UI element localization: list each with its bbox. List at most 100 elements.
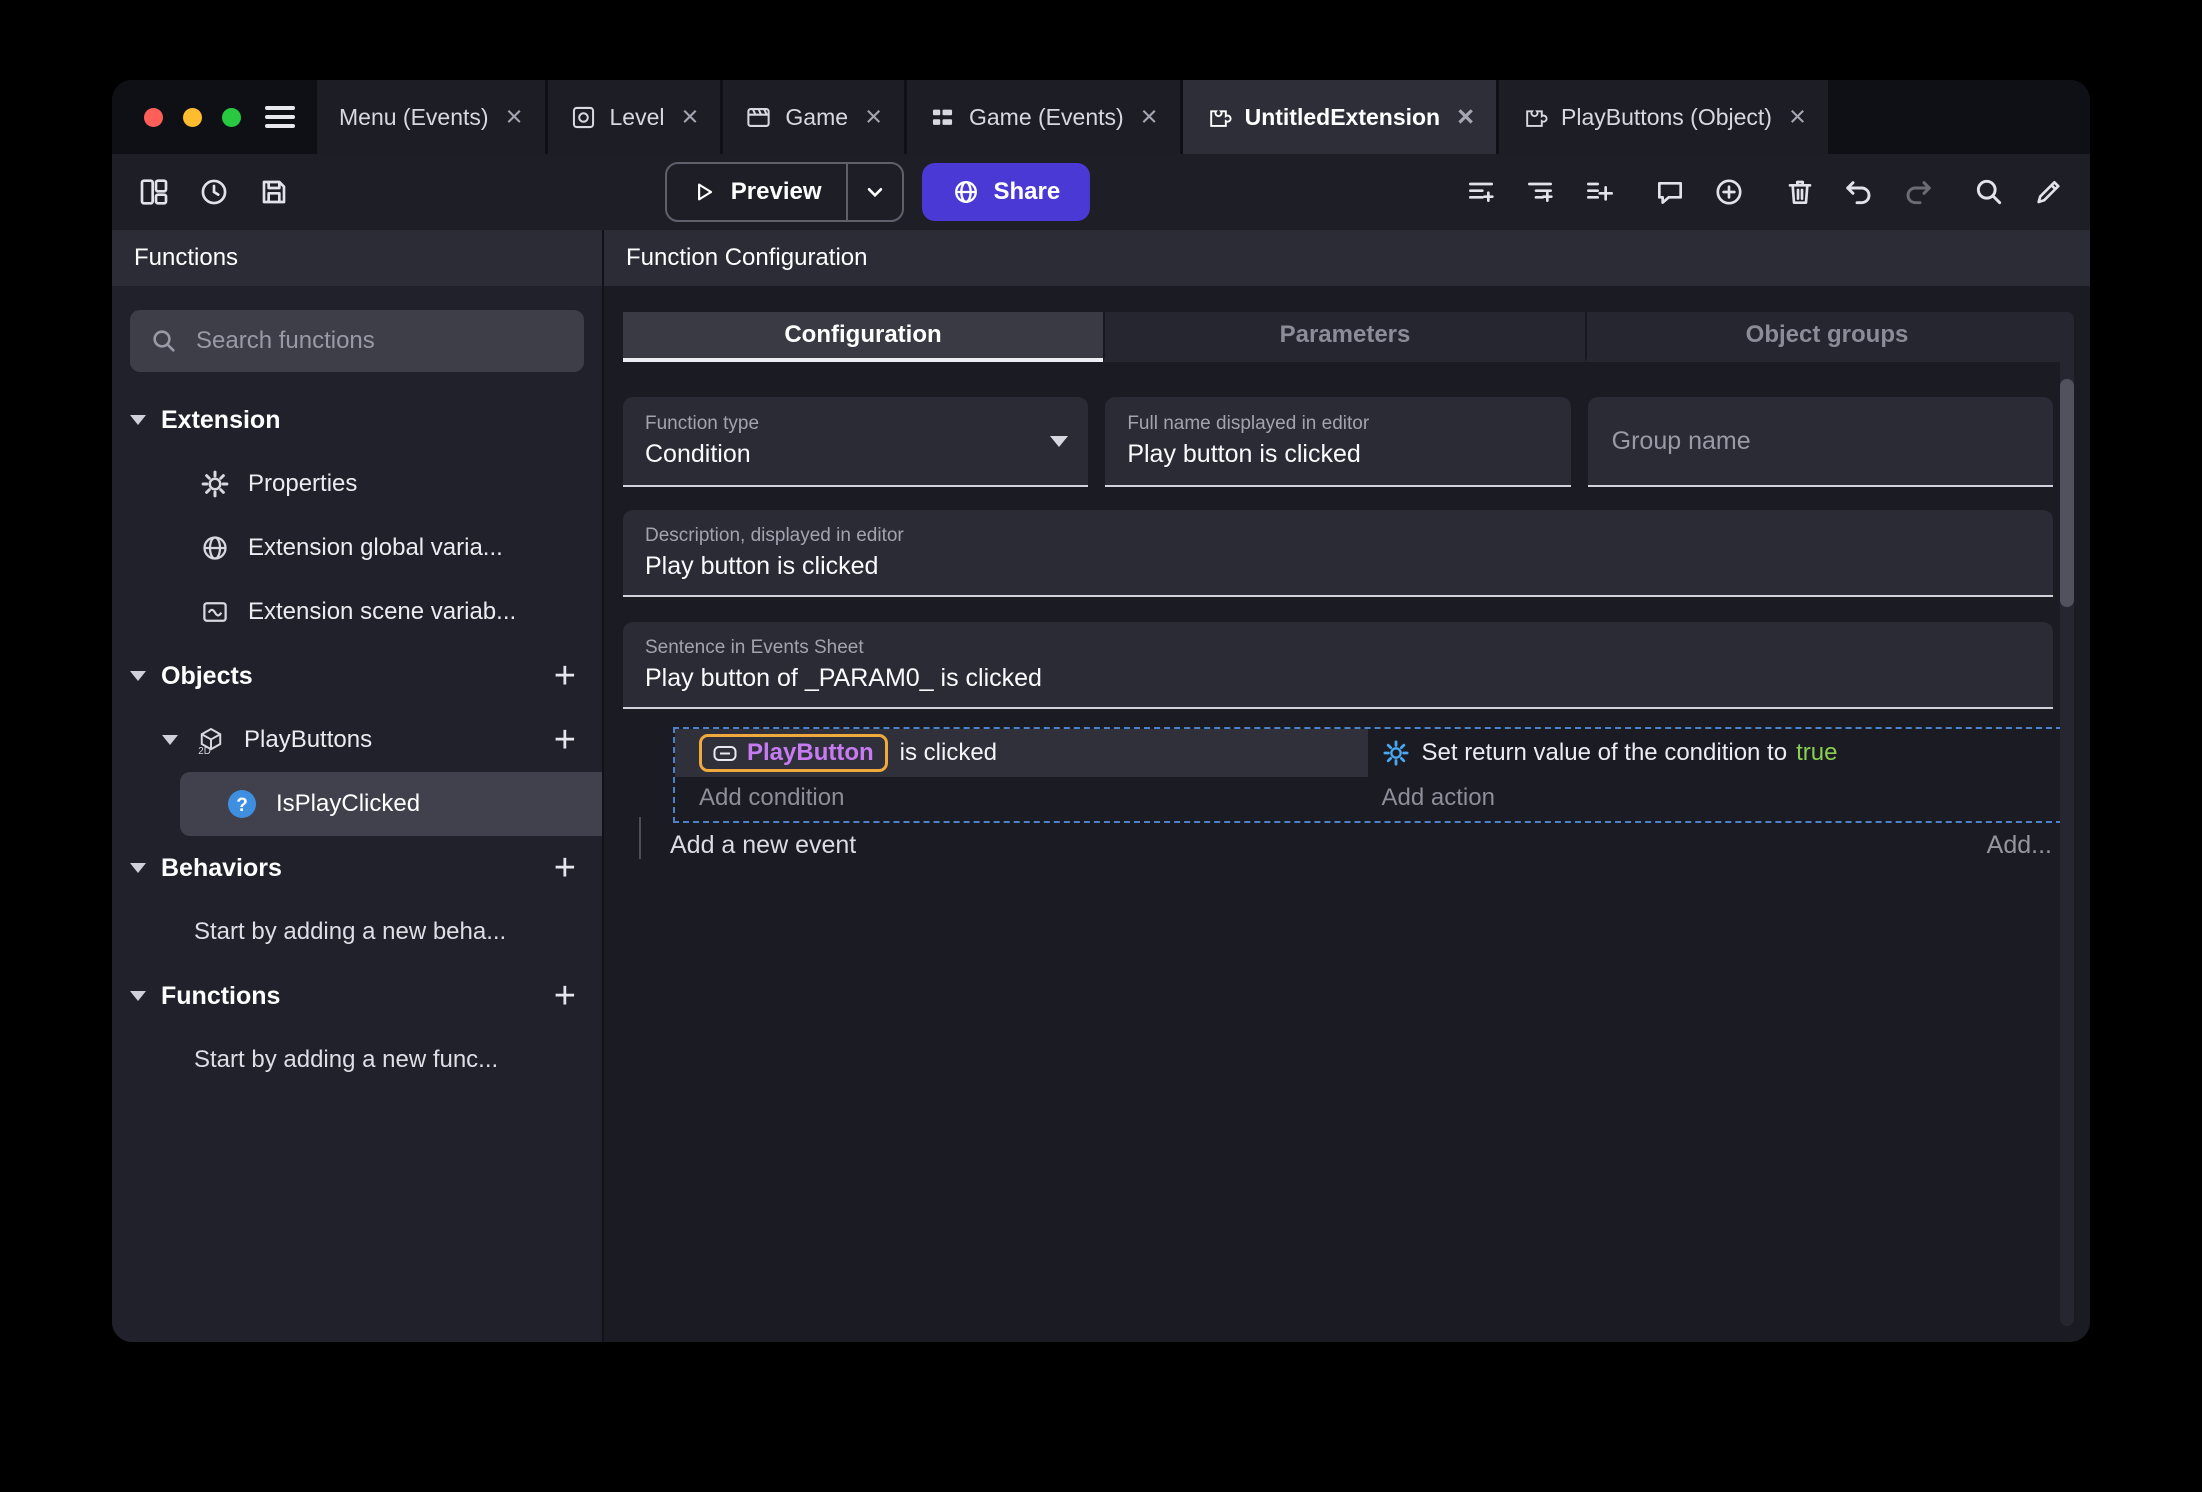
puzzle-icon xyxy=(1521,104,1548,131)
add-function-button[interactable]: + xyxy=(554,977,576,1015)
add-new-event-link[interactable]: Add a new event xyxy=(670,831,856,860)
tab-object-groups[interactable]: Object groups xyxy=(1585,312,2067,362)
section-label: Functions xyxy=(161,981,281,1010)
history-icon[interactable] xyxy=(198,176,230,208)
zoom-window-button[interactable] xyxy=(222,107,241,127)
preview-dropdown-button[interactable] xyxy=(845,164,902,220)
main-menu-icon[interactable] xyxy=(265,106,295,128)
condition-row[interactable]: PlayButton is clicked xyxy=(675,729,1368,777)
action-text: Set return value of the condition to xyxy=(1421,739,1788,766)
behaviors-empty-hint: Start by adding a new beha... xyxy=(194,918,507,945)
item-label: Extension scene variab... xyxy=(248,598,517,625)
tab-menu-events[interactable]: Menu (Events) × xyxy=(317,80,545,154)
section-functions[interactable]: Functions + xyxy=(112,964,602,1028)
tab-game-events[interactable]: Game (Events) × xyxy=(907,80,1180,154)
group-name-input[interactable] xyxy=(1609,425,2035,457)
traffic-lights xyxy=(112,80,265,154)
field-value: Play button is clicked xyxy=(1127,440,1361,468)
item-label: Extension global varia... xyxy=(248,534,503,561)
search-box[interactable] xyxy=(130,310,584,372)
field-label: Full name displayed in editor xyxy=(1127,413,1370,434)
sidebar-header: Functions xyxy=(112,230,602,286)
chevron-down-icon xyxy=(130,991,146,1001)
tab-parameters[interactable]: Parameters xyxy=(1103,312,1585,362)
close-tab-icon[interactable]: × xyxy=(681,102,698,132)
events-sheet-icon xyxy=(929,104,956,131)
full-name-field[interactable]: Full name displayed in editor Play butto… xyxy=(1105,397,1571,487)
event-selected[interactable]: PlayButton is clicked Add condition Set … xyxy=(673,727,2062,823)
item-label: PlayButtons xyxy=(244,726,373,753)
item-extension-scene-variables[interactable]: Extension scene variab... xyxy=(112,580,602,644)
tab-game[interactable]: Game × xyxy=(723,80,904,154)
comment-icon[interactable] xyxy=(1654,176,1686,208)
scrollbar-thumb[interactable] xyxy=(2060,379,2074,607)
tab-label: Game (Events) xyxy=(969,103,1124,130)
add-function-to-object-button[interactable]: + xyxy=(554,721,576,759)
globe-icon xyxy=(952,178,980,206)
puzzle-icon xyxy=(1205,104,1232,131)
project-manager-icon[interactable] xyxy=(138,176,170,208)
redo-icon[interactable] xyxy=(1902,176,1934,208)
object-chip-playbutton[interactable]: PlayButton xyxy=(699,734,888,772)
item-isplayclicked-selected[interactable]: ? IsPlayClicked xyxy=(180,772,602,836)
undo-icon[interactable] xyxy=(1843,176,1875,208)
trash-icon[interactable] xyxy=(1784,176,1816,208)
item-playbuttons[interactable]: 2D PlayButtons + xyxy=(112,708,602,772)
svg-text:2D: 2D xyxy=(198,746,211,755)
section-objects[interactable]: Objects + xyxy=(112,644,602,708)
toolbar: Preview Share xyxy=(112,154,2090,230)
search-icon[interactable] xyxy=(1973,176,2005,208)
description-field[interactable]: Description, displayed in editor Play bu… xyxy=(623,510,2053,597)
chevron-down-icon xyxy=(862,179,888,205)
section-label: Extension xyxy=(161,405,281,434)
tab-untitled-extension[interactable]: UntitledExtension × xyxy=(1182,80,1497,154)
close-tab-icon[interactable]: × xyxy=(1789,102,1806,132)
editor-tabs: Menu (Events) × Level × Game × Game (Eve… xyxy=(317,80,1831,154)
scrollbar-track[interactable] xyxy=(2060,312,2074,1326)
add-object-button[interactable]: + xyxy=(554,657,576,695)
tab-configuration[interactable]: Configuration xyxy=(623,312,1103,362)
add-event-icon[interactable] xyxy=(1465,176,1497,208)
item-properties[interactable]: Properties xyxy=(112,452,602,516)
add-action-link[interactable]: Add action xyxy=(1368,777,2061,821)
globe-icon xyxy=(200,533,230,563)
section-behaviors[interactable]: Behaviors + xyxy=(112,836,602,900)
preview-label: Preview xyxy=(730,178,822,205)
tab-playbuttons-object[interactable]: PlayButtons (Object) × xyxy=(1499,80,1828,154)
add-behavior-button[interactable]: + xyxy=(554,849,576,887)
chevron-down-icon xyxy=(162,735,178,745)
action-row[interactable]: Set return value of the condition to tru… xyxy=(1368,729,2061,777)
section-extension[interactable]: Extension xyxy=(112,388,602,452)
minimize-window-button[interactable] xyxy=(183,107,202,127)
search-input[interactable] xyxy=(194,326,564,356)
preview-button[interactable]: Preview xyxy=(664,162,904,222)
add-condition-link[interactable]: Add condition xyxy=(675,777,1368,821)
add-circle-icon[interactable] xyxy=(1713,176,1745,208)
item-extension-global-variables[interactable]: Extension global varia... xyxy=(112,516,602,580)
close-tab-icon[interactable]: × xyxy=(865,102,882,132)
add-subevent-icon[interactable] xyxy=(1524,176,1556,208)
save-icon[interactable] xyxy=(258,176,290,208)
group-name-field[interactable] xyxy=(1587,397,2053,487)
function-type-select[interactable]: Function type Condition xyxy=(623,397,1089,487)
sentence-field[interactable]: Sentence in Events Sheet Play button of … xyxy=(623,622,2053,709)
item-label: Properties xyxy=(248,470,358,497)
close-window-button[interactable] xyxy=(144,107,163,127)
close-tab-icon[interactable]: × xyxy=(1457,102,1474,132)
edit-wand-icon[interactable] xyxy=(2032,176,2064,208)
scene-variables-icon xyxy=(200,597,230,627)
clapperboard-icon xyxy=(745,104,772,131)
function-configuration-panel: Function Configuration Configuration Par… xyxy=(604,230,2090,1342)
extension-tree: Extension Properties Extension global va… xyxy=(112,382,602,1092)
add-other-event-icon[interactable] xyxy=(1583,176,1615,208)
share-button[interactable]: Share xyxy=(921,163,1091,221)
actions-column: Set return value of the condition to tru… xyxy=(1368,729,2061,821)
close-tab-icon[interactable]: × xyxy=(506,102,523,132)
tab-level[interactable]: Level × xyxy=(547,80,721,154)
field-value: Condition xyxy=(645,440,751,468)
add-more-link[interactable]: Add... xyxy=(1987,831,2052,860)
close-tab-icon[interactable]: × xyxy=(1141,102,1158,132)
conditions-column: PlayButton is clicked Add condition xyxy=(675,729,1368,821)
search-icon xyxy=(150,327,178,355)
share-label: Share xyxy=(993,178,1061,205)
